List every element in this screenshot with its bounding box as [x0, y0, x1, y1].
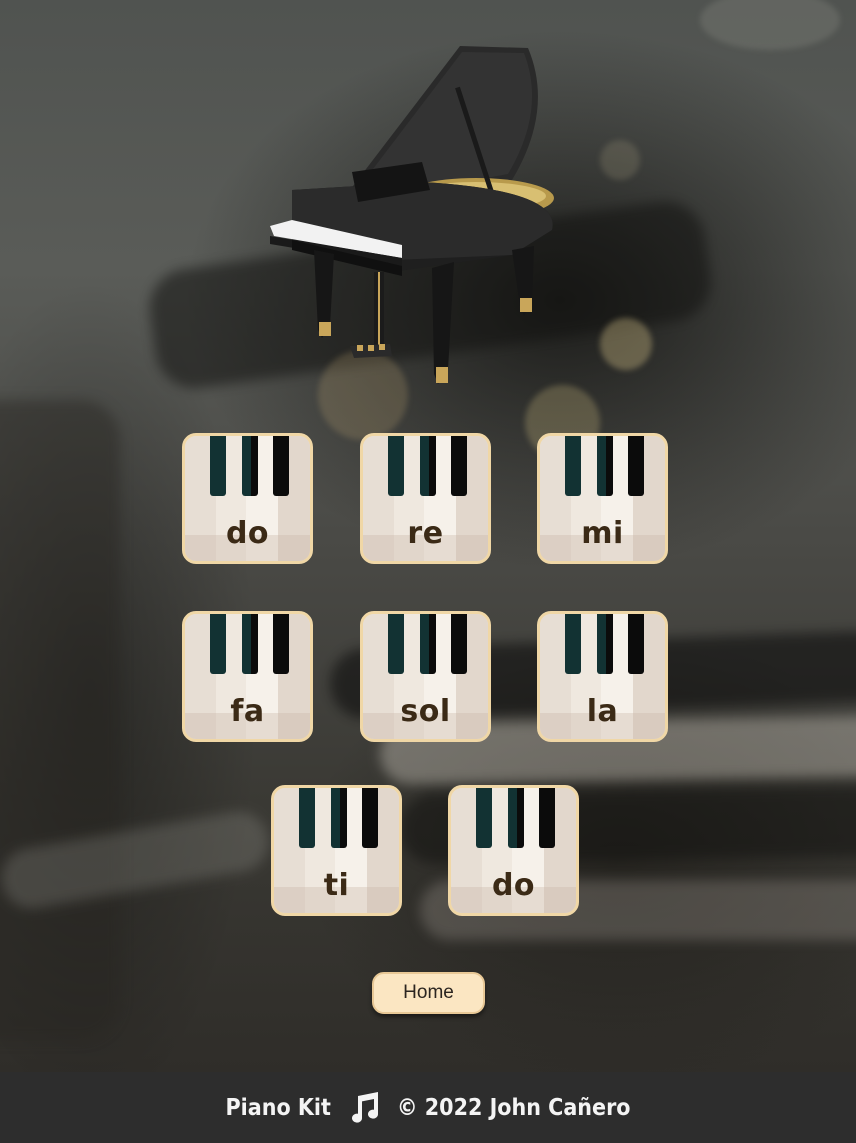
page: do re mi fa sol la ti do Home Piano Kit © 2022 … [0, 0, 856, 1143]
black-key [273, 614, 289, 674]
note-key-button[interactable]: la [537, 611, 668, 742]
black-key [331, 788, 347, 848]
note-key-label: mi [581, 516, 624, 551]
note-key-button[interactable]: ti [271, 785, 402, 916]
black-key [362, 788, 378, 848]
note-key-label: la [586, 694, 619, 729]
black-key [508, 788, 524, 848]
note-key-button[interactable]: mi [537, 433, 668, 564]
note-key-label: sol [400, 694, 451, 729]
black-key [420, 436, 436, 496]
black-key [420, 614, 436, 674]
note-key-button[interactable]: do [182, 433, 313, 564]
black-key [597, 614, 613, 674]
music-note-icon [351, 1091, 378, 1123]
black-key [628, 614, 644, 674]
note-key-label: re [407, 516, 444, 551]
black-key [451, 614, 467, 674]
black-key [476, 788, 492, 848]
black-key [565, 436, 581, 496]
black-key [597, 436, 613, 496]
footer-brand: Piano Kit [225, 1094, 331, 1121]
note-key-label: do [225, 516, 270, 551]
black-key [628, 436, 644, 496]
black-key [388, 436, 404, 496]
note-key-button[interactable]: do [448, 785, 579, 916]
note-key-button[interactable]: fa [182, 611, 313, 742]
black-key [388, 614, 404, 674]
black-key [539, 788, 555, 848]
note-key-button[interactable]: sol [360, 611, 491, 742]
black-key [299, 788, 315, 848]
black-key [451, 436, 467, 496]
note-key-button[interactable]: re [360, 433, 491, 564]
key-grid: do re mi fa sol la ti do [0, 0, 856, 1000]
footer: Piano Kit © 2022 John Cañero [0, 1072, 856, 1143]
black-key [242, 436, 258, 496]
black-key [210, 614, 226, 674]
note-key-label: fa [230, 694, 265, 729]
note-key-label: ti [323, 868, 350, 903]
black-key [242, 614, 258, 674]
home-button[interactable]: Home [372, 972, 485, 1014]
black-key [273, 436, 289, 496]
note-key-label: do [491, 868, 536, 903]
black-key [210, 436, 226, 496]
footer-copyright: © 2022 John Cañero [396, 1094, 631, 1121]
black-key [565, 614, 581, 674]
